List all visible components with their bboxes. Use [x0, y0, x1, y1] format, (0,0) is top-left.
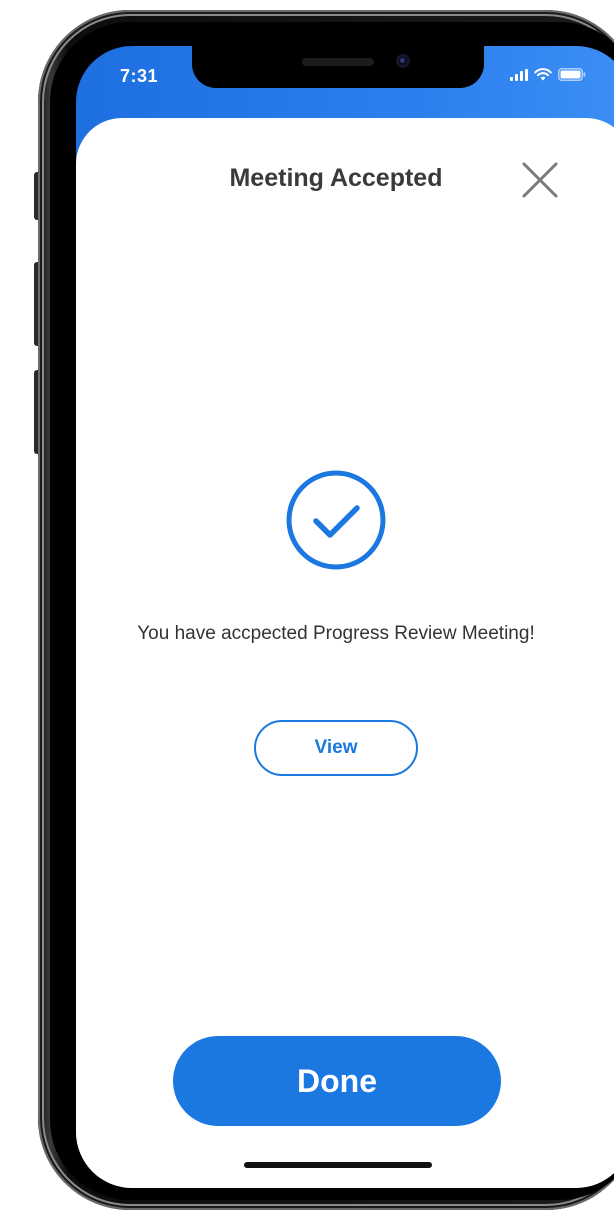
meeting-accepted-modal: Meeting Accepted You have accpected Prog…	[76, 118, 614, 1188]
app-stage: 7:31 Meeting Accepted You have accpected…	[0, 0, 614, 1217]
battery-icon	[558, 68, 586, 81]
close-button[interactable]	[520, 160, 560, 200]
notch	[192, 46, 484, 88]
done-button-label: Done	[297, 1062, 377, 1099]
home-indicator[interactable]	[244, 1162, 432, 1168]
done-button[interactable]: Done	[173, 1036, 501, 1126]
close-icon	[522, 162, 558, 198]
status-time: 7:31	[120, 66, 159, 86]
modal-title: Meeting Accepted	[229, 164, 443, 192]
status-icons	[510, 68, 586, 81]
wifi-icon	[534, 68, 552, 81]
confirmation-message: You have accpected Progress Review Meeti…	[137, 623, 535, 644]
earpiece-speaker	[302, 58, 374, 66]
checkmark-circle-icon	[286, 470, 386, 570]
view-button-label: View	[314, 737, 358, 758]
front-camera-icon	[396, 54, 410, 68]
view-button[interactable]: View	[254, 720, 418, 776]
cellular-signal-icon	[510, 69, 528, 81]
phone-screen: 7:31 Meeting Accepted You have accpected…	[76, 46, 614, 1188]
